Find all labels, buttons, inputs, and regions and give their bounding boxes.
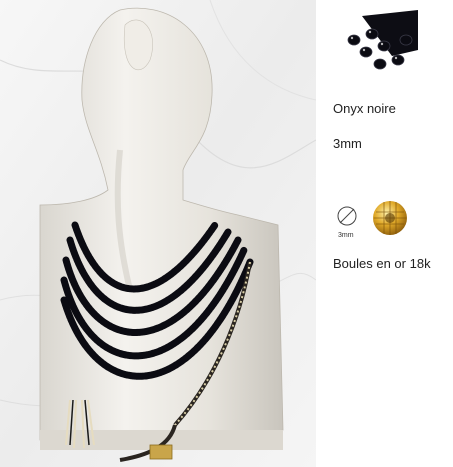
gold-beads-label: Boules en or 18k <box>333 256 431 271</box>
product-info-panel: Onyx noire 3mm 3mm Boules en or 18k <box>316 0 453 467</box>
diameter-caption: 3mm <box>338 232 354 239</box>
stone-name: Onyx noire <box>333 101 396 116</box>
diameter-icon <box>336 205 358 227</box>
necklace-photo <box>0 0 316 467</box>
stone-size: 3mm <box>333 136 362 151</box>
gold-bead-icon <box>370 198 410 238</box>
onyx-stones-image <box>332 10 418 76</box>
